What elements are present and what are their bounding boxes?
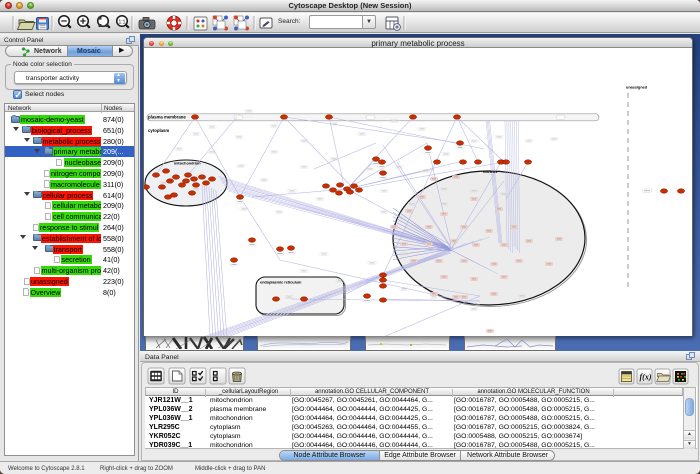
- svg-text:cytoplasm: cytoplasm: [148, 128, 169, 133]
- svg-text:endoplasmic reticulum: endoplasmic reticulum: [260, 281, 302, 285]
- svg-text:1:1: 1:1: [119, 20, 126, 26]
- svg-text:plasma membrane: plasma membrane: [148, 115, 186, 120]
- svg-text:mitochondrion: mitochondrion: [174, 162, 201, 166]
- svg-text:f(x): f(x): [640, 373, 652, 382]
- svg-text:unassigned: unassigned: [626, 86, 648, 90]
- svg-text:nucleus: nucleus: [483, 170, 497, 174]
